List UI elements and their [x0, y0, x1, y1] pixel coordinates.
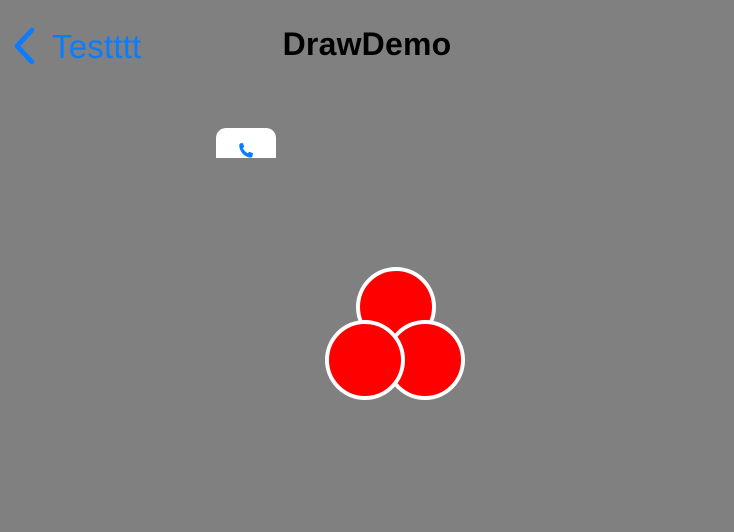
- page-title: DrawDemo: [282, 26, 452, 62]
- bottom-left-red-circle: [325, 320, 405, 400]
- navigation-bar: Testttt DrawDemo: [0, 0, 734, 92]
- drawing-canvas: [320, 262, 472, 404]
- phone-icon: [239, 143, 253, 158]
- call-button[interactable]: [216, 128, 276, 158]
